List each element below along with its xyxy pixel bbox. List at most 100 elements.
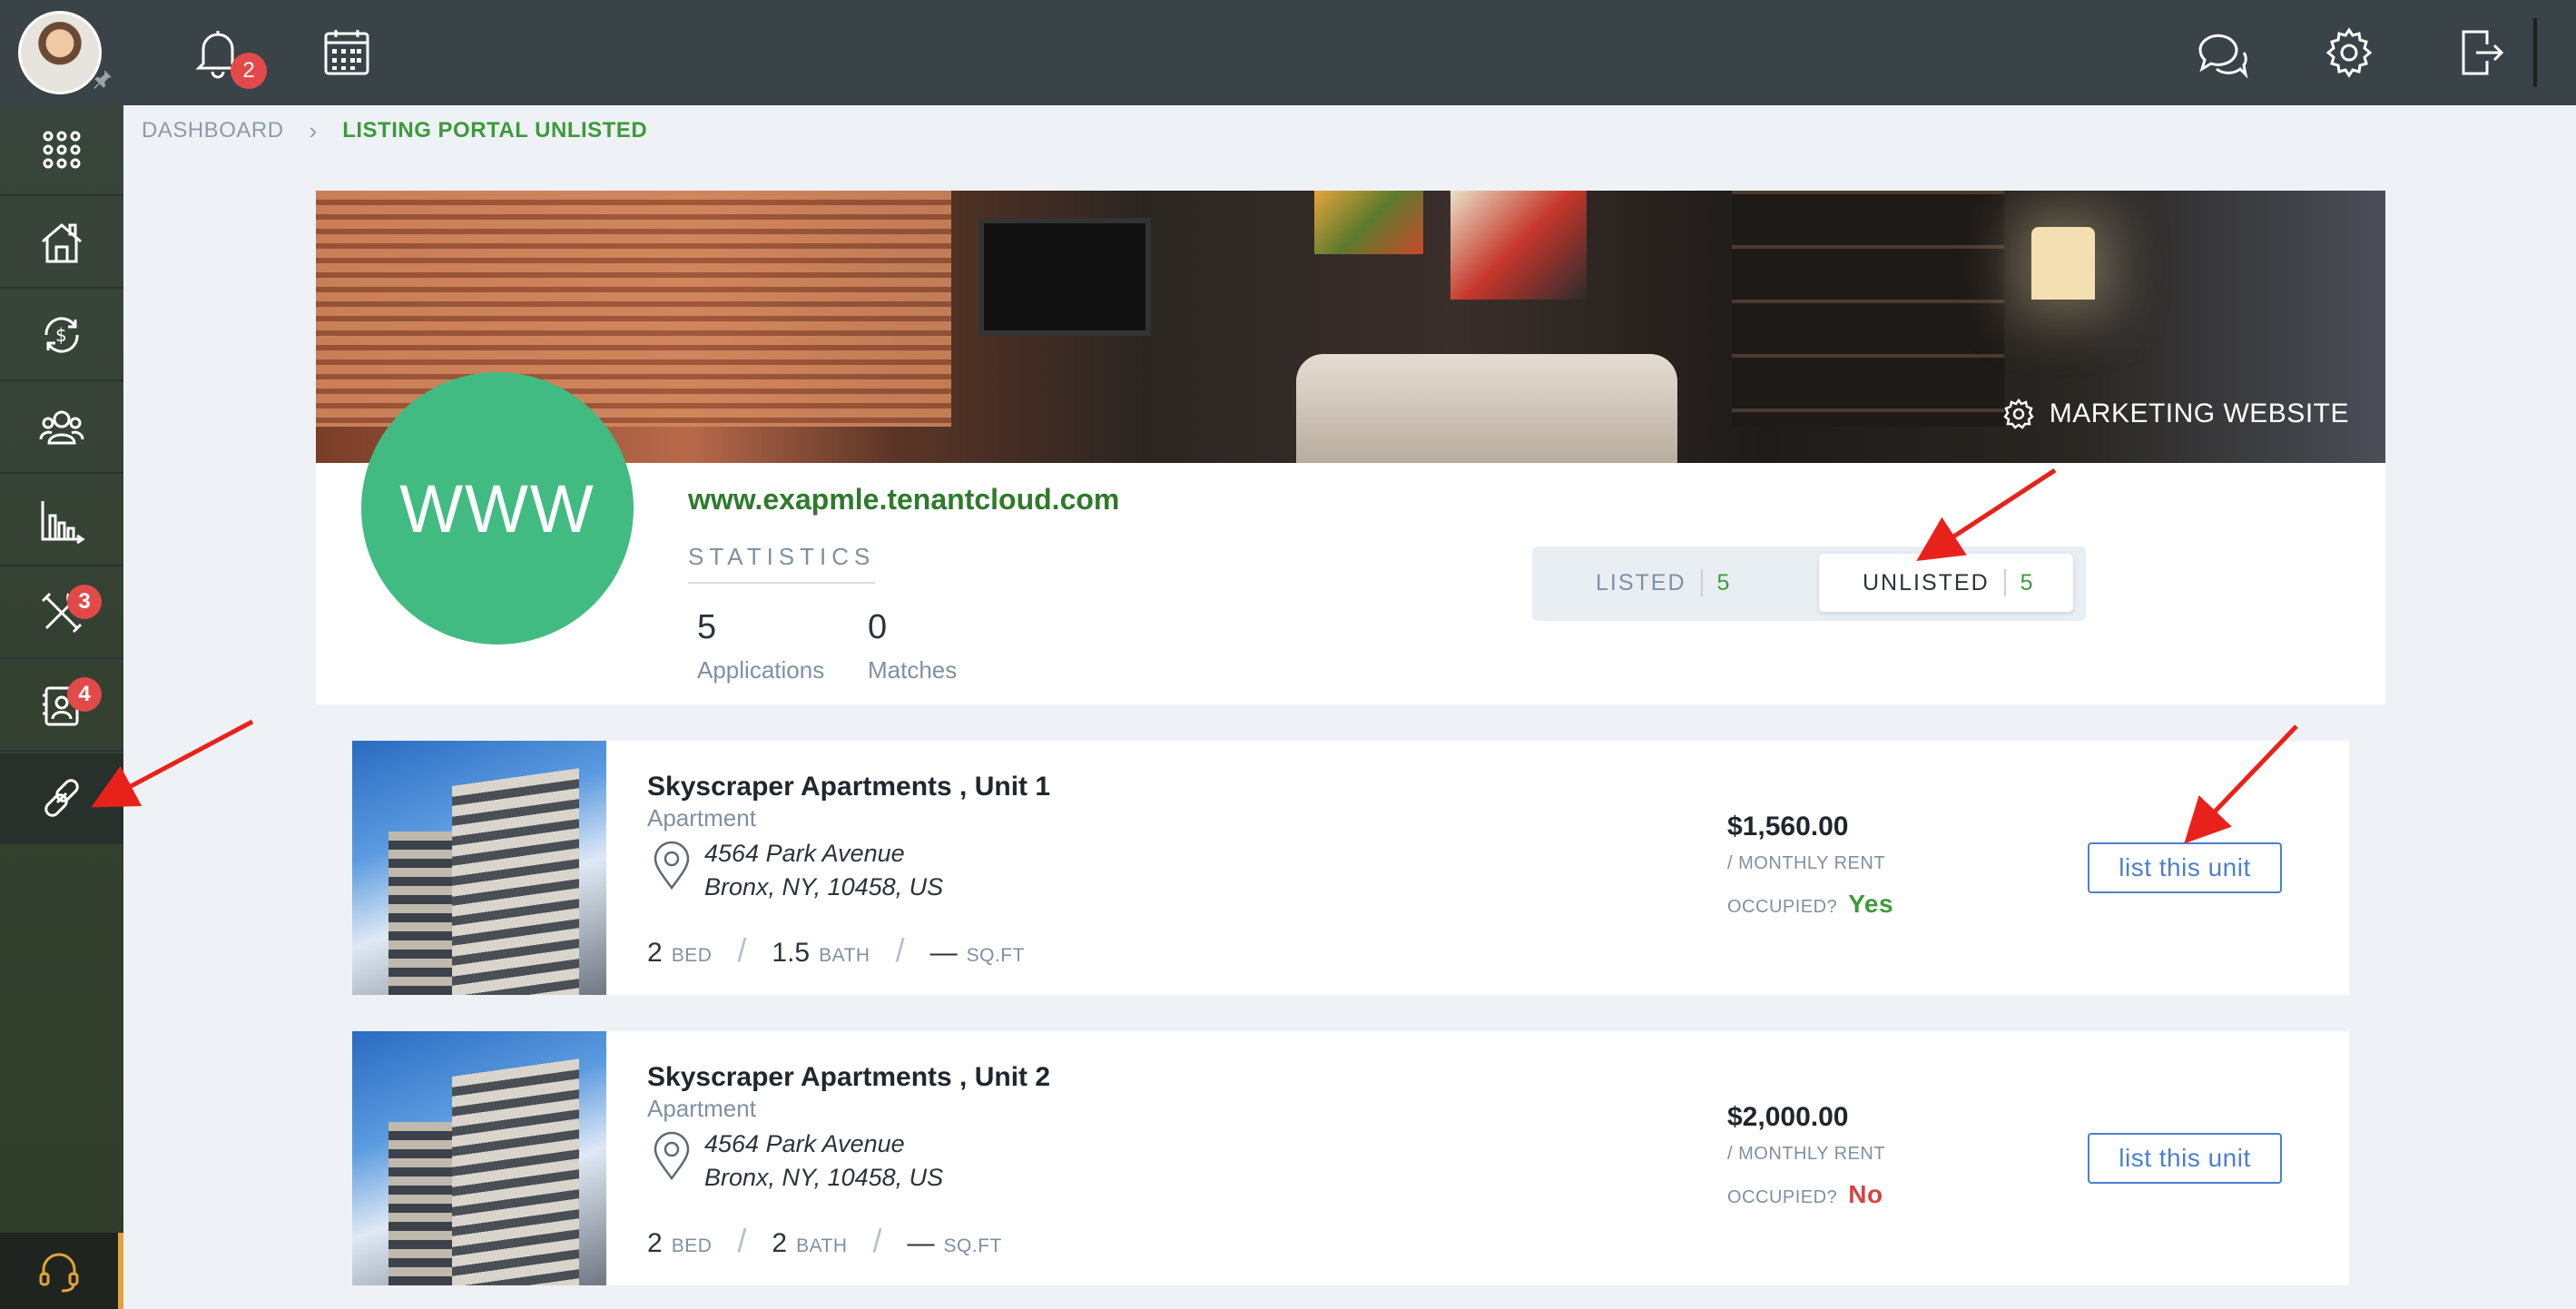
site-url-link[interactable]: www.exapmle.tenantcloud.com bbox=[688, 483, 1119, 517]
chat-button[interactable] bbox=[2191, 22, 2253, 84]
baths-unit: BATH bbox=[796, 1235, 848, 1256]
sidebar-item-maintenance[interactable]: 3 bbox=[0, 568, 123, 659]
tab-unlisted[interactable]: UNLISTED 5 bbox=[1819, 554, 2073, 612]
tab-unlisted-count: 5 bbox=[2020, 569, 2035, 595]
stat-matches: 0 Matches bbox=[868, 608, 957, 684]
avatar-cell bbox=[0, 0, 123, 105]
occupied-value: Yes bbox=[1848, 890, 1894, 918]
banner-blinds bbox=[316, 191, 951, 427]
beds-unit: BED bbox=[671, 945, 713, 966]
logout-icon bbox=[2462, 30, 2504, 75]
matches-label: Matches bbox=[868, 656, 958, 684]
tab-listed[interactable]: LISTED 5 bbox=[1596, 554, 1731, 612]
breadcrumb: DASHBOARD › LISTING PORTAL UNLISTED bbox=[142, 116, 647, 145]
chevron-right-icon: › bbox=[309, 116, 318, 144]
topbar-divider bbox=[2533, 18, 2537, 87]
rent-period-label: / MONTHLY RENT bbox=[1727, 1144, 1886, 1164]
breadcrumb-current: LISTING PORTAL UNLISTED bbox=[342, 118, 648, 143]
occupied-label: OCCUPIED? bbox=[1727, 1187, 1838, 1207]
tab-separator bbox=[2003, 569, 2006, 596]
occupied-status: OCCUPIED? No bbox=[1727, 1180, 1883, 1209]
occupied-status: OCCUPIED? Yes bbox=[1727, 890, 1893, 919]
listing-type: Apartment bbox=[647, 1095, 756, 1122]
sidebar-item-properties[interactable] bbox=[0, 198, 123, 289]
sidebar-item-accounting[interactable]: $ bbox=[0, 290, 123, 381]
baths-value: 2 bbox=[772, 1228, 788, 1258]
bar-chart-icon bbox=[41, 501, 85, 545]
gear-icon bbox=[2003, 398, 2034, 429]
listed-unlisted-toggle: LISTED 5 UNLISTED 5 bbox=[1532, 546, 2086, 621]
breadcrumb-dashboard[interactable]: DASHBOARD bbox=[142, 118, 284, 143]
sidebar-item-applications[interactable]: 4 bbox=[0, 661, 123, 752]
listing-photo[interactable] bbox=[352, 741, 606, 995]
svg-text:$: $ bbox=[55, 324, 67, 346]
marketing-website-button[interactable]: MARKETING WEBSITE bbox=[2002, 398, 2349, 430]
listing-photo[interactable] bbox=[352, 1031, 606, 1285]
photo-building bbox=[452, 768, 579, 995]
arrow-to-listing-sidebar bbox=[91, 719, 254, 808]
photo-building-small bbox=[388, 832, 461, 995]
logout-button[interactable] bbox=[2451, 22, 2512, 84]
address-line-1: 4564 Park Avenue bbox=[704, 1130, 905, 1157]
listing-portal-card: MARKETING WEBSITE WWW www.exapmle.tenant… bbox=[316, 191, 2385, 704]
location-pin-icon bbox=[654, 841, 690, 890]
baths-value: 1.5 bbox=[772, 938, 811, 968]
address-line-2: Bronx, NY, 10458, US bbox=[704, 1164, 944, 1191]
beds-value: 2 bbox=[647, 1228, 663, 1258]
money-cycle-icon: $ bbox=[44, 317, 79, 353]
rent-period-label: / MONTHLY RENT bbox=[1727, 853, 1886, 873]
settings-button[interactable] bbox=[2318, 22, 2380, 84]
tab-listed-label: LISTED bbox=[1596, 569, 1686, 595]
calendar-button[interactable] bbox=[316, 22, 378, 84]
topbar: 2 bbox=[123, 0, 2576, 105]
sidebar-item-contacts[interactable] bbox=[0, 383, 123, 474]
listing-title[interactable]: Skyscraper Apartments , Unit 1 bbox=[647, 772, 1050, 802]
listing-card: Skyscraper Apartments , Unit 2 Apartment… bbox=[352, 1031, 2349, 1285]
matches-count: 0 bbox=[868, 608, 888, 646]
gear-icon bbox=[2325, 27, 2373, 78]
spec-divider: / bbox=[872, 1222, 882, 1259]
banner-image: MARKETING WEBSITE bbox=[316, 191, 2385, 463]
location-pin-icon bbox=[654, 1131, 690, 1180]
maintenance-badge: 3 bbox=[67, 585, 102, 619]
listing-price: $1,560.00 bbox=[1727, 812, 1849, 842]
list-this-unit-button[interactable]: list this unit bbox=[2088, 1133, 2282, 1184]
tab-listed-count: 5 bbox=[1716, 569, 1732, 595]
banner-painting-2 bbox=[1450, 191, 1587, 300]
stat-applications: 5 Applications bbox=[697, 608, 824, 684]
support-button[interactable] bbox=[0, 1233, 123, 1309]
banner-painting-1 bbox=[1314, 191, 1423, 254]
applications-label: Applications bbox=[697, 656, 825, 684]
sidebar-item-apps[interactable] bbox=[0, 105, 123, 196]
spec-divider: / bbox=[737, 1222, 747, 1259]
spec-divider: / bbox=[737, 931, 747, 969]
headset-icon bbox=[39, 1253, 79, 1293]
list-this-unit-button[interactable]: list this unit bbox=[2088, 842, 2282, 893]
tab-separator bbox=[1700, 569, 1703, 596]
photo-building-small bbox=[388, 1122, 461, 1285]
spec-divider: / bbox=[895, 931, 905, 969]
occupied-label: OCCUPIED? bbox=[1727, 897, 1838, 917]
pin-icon[interactable] bbox=[91, 67, 114, 91]
listing-address: 4564 Park Avenue Bronx, NY, 10458, US bbox=[704, 837, 943, 904]
listing-price: $2,000.00 bbox=[1727, 1102, 1849, 1132]
applications-count: 5 bbox=[697, 608, 717, 646]
listing-address: 4564 Park Avenue Bronx, NY, 10458, US bbox=[704, 1127, 943, 1195]
occupied-value: No bbox=[1848, 1180, 1883, 1208]
sidebar-item-listing[interactable] bbox=[0, 753, 123, 844]
chat-icon bbox=[2198, 34, 2248, 79]
sidebar-item-reports[interactable] bbox=[0, 476, 123, 566]
beds-value: 2 bbox=[647, 938, 663, 968]
apps-grid-icon bbox=[43, 131, 81, 169]
calendar-icon bbox=[324, 30, 369, 75]
statistics-heading: STATISTICS bbox=[688, 543, 876, 584]
banner-lamp bbox=[2031, 227, 2095, 300]
sqft-unit: SQ.FT bbox=[966, 945, 1025, 966]
address-line-1: 4564 Park Avenue bbox=[704, 840, 905, 867]
avatar[interactable] bbox=[18, 11, 102, 94]
applications-badge: 4 bbox=[67, 677, 102, 712]
photo-building bbox=[452, 1058, 579, 1285]
sqft-value: — bbox=[907, 1228, 935, 1258]
listing-title[interactable]: Skyscraper Apartments , Unit 2 bbox=[647, 1062, 1050, 1093]
banner-shelf bbox=[1732, 191, 2004, 427]
